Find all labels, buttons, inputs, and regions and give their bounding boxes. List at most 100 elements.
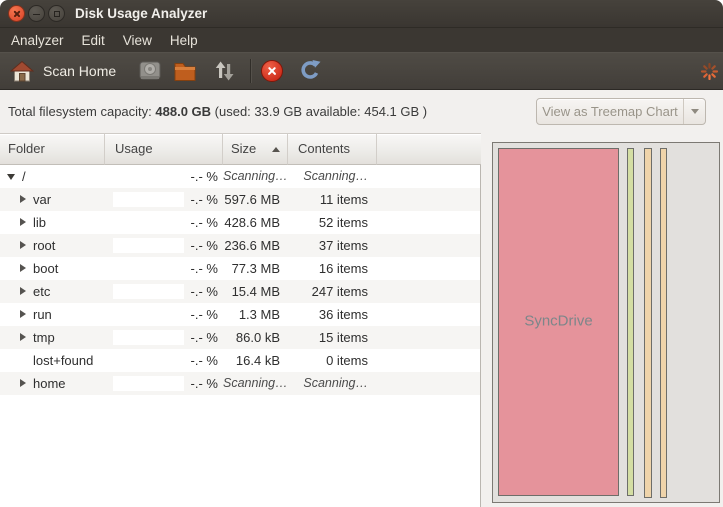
usage-percent: -.- %	[191, 234, 218, 257]
refresh-icon	[298, 59, 322, 83]
column-header-usage[interactable]: Usage	[105, 133, 223, 165]
menu-analyzer[interactable]: Analyzer	[2, 30, 73, 51]
size-value: Scanning…	[223, 372, 288, 395]
folder-name: tmp	[33, 326, 55, 349]
folder-name: home	[33, 372, 66, 395]
table-row-tmp[interactable]: tmp -.- % 86.0 kB 15 items	[0, 326, 480, 349]
size-value: 16.4 kB	[223, 349, 288, 372]
column-label: Contents	[298, 141, 350, 156]
expander-closed-icon[interactable]	[20, 264, 26, 272]
usage-bar	[113, 330, 184, 345]
menubar: Analyzer Edit View Help	[0, 28, 723, 52]
folder-name: /	[22, 165, 26, 188]
table-row-boot[interactable]: boot -.- % 77.3 MB 16 items	[0, 257, 480, 280]
titlebar[interactable]: Disk Usage Analyzer	[0, 0, 723, 28]
treemap-rect-syncdrive[interactable]: SyncDrive	[498, 148, 619, 496]
usage-percent: -.- %	[191, 303, 218, 326]
usage-percent: -.- %	[191, 211, 218, 234]
usage-bar	[113, 284, 184, 299]
table-row-home[interactable]: home -.- % Scanning… Scanning…	[0, 372, 480, 395]
treemap-chart[interactable]: SyncDrive	[492, 142, 720, 503]
size-value: 77.3 MB	[223, 257, 288, 280]
usage-percent: -.- %	[191, 372, 218, 395]
view-as-treemap-button[interactable]: View as Treemap Chart	[536, 98, 706, 125]
treemap-rect-green[interactable]	[627, 148, 634, 496]
table-row-etc[interactable]: etc -.- % 15.4 MB 247 items	[0, 280, 480, 303]
view-as-treemap-label: View as Treemap Chart	[537, 104, 683, 119]
expander-closed-icon[interactable]	[20, 310, 26, 318]
size-value: 428.6 MB	[223, 211, 288, 234]
minimize-icon	[33, 14, 40, 16]
contents-value: 0 items	[288, 349, 377, 372]
usage-bar	[113, 353, 184, 368]
table-row-var[interactable]: var -.- % 597.6 MB 11 items	[0, 188, 480, 211]
expander-open-icon[interactable]	[7, 174, 15, 180]
table-row-root[interactable]: / -.- % Scanning… Scanning…	[0, 165, 480, 188]
scan-filesystem-button[interactable]	[137, 58, 163, 84]
treemap-rect-tan-2[interactable]	[660, 148, 667, 498]
toolbar-separator	[250, 59, 251, 83]
usage-bar	[113, 215, 184, 230]
folder-name: run	[33, 303, 52, 326]
chevron-down-icon	[691, 109, 699, 114]
stop-button[interactable]	[259, 58, 285, 84]
table-row-rootdir[interactable]: root -.- % 236.6 MB 37 items	[0, 234, 480, 257]
expander-closed-icon[interactable]	[20, 195, 26, 203]
column-header-folder[interactable]: Folder	[0, 133, 105, 165]
close-button[interactable]	[8, 5, 25, 22]
folder-name: boot	[33, 257, 58, 280]
expander-closed-icon[interactable]	[20, 379, 26, 387]
column-label: Usage	[115, 141, 153, 156]
expander-closed-icon[interactable]	[20, 218, 26, 226]
column-header-contents[interactable]: Contents	[288, 133, 377, 165]
table-row-lostfound[interactable]: lost+found -.- % 16.4 kB 0 items	[0, 349, 480, 372]
expander-closed-icon[interactable]	[20, 241, 26, 249]
stop-icon	[261, 60, 283, 82]
folder-table: Folder Usage Size Contents / -.- % Scann…	[0, 133, 481, 507]
folder-name: lib	[33, 211, 46, 234]
expander-closed-icon[interactable]	[20, 333, 26, 341]
refresh-button[interactable]	[297, 58, 323, 84]
capacity-text: Total filesystem capacity: 488.0 GB (use…	[8, 104, 427, 119]
usage-percent: -.- %	[191, 326, 218, 349]
column-header-empty[interactable]	[377, 133, 481, 165]
window-controls	[8, 5, 65, 22]
usage-bar	[113, 307, 184, 322]
capacity-prefix: Total filesystem capacity:	[8, 104, 155, 119]
usage-percent: -.- %	[191, 188, 218, 211]
expander-closed-icon[interactable]	[20, 287, 26, 295]
menu-help[interactable]: Help	[161, 30, 207, 51]
treemap-rect-tan-1[interactable]	[644, 148, 652, 498]
size-value: Scanning…	[223, 165, 288, 188]
minimize-button[interactable]	[28, 5, 45, 22]
contents-value: 11 items	[288, 188, 377, 211]
capacity-value: 488.0 GB	[155, 104, 211, 119]
menu-view[interactable]: View	[114, 30, 161, 51]
table-row-lib[interactable]: lib -.- % 428.6 MB 52 items	[0, 211, 480, 234]
usage-percent: -.- %	[191, 349, 218, 372]
up-down-arrows-icon	[214, 60, 235, 82]
usage-bar	[113, 192, 184, 207]
capacity-suffix: (used: 33.9 GB available: 454.1 GB )	[211, 104, 427, 119]
size-value: 236.6 MB	[223, 234, 288, 257]
size-value: 597.6 MB	[223, 188, 288, 211]
column-header-size[interactable]: Size	[223, 133, 288, 165]
contents-value: 247 items	[288, 280, 377, 303]
treemap-label: SyncDrive	[499, 312, 618, 329]
folder-name: var	[33, 188, 51, 211]
dropdown-arrow-area[interactable]	[683, 99, 705, 124]
folder-name: lost+found	[33, 349, 93, 372]
scan-home-label: Scan Home	[43, 63, 116, 79]
usage-bar	[113, 261, 184, 276]
column-label: Folder	[8, 141, 45, 156]
menu-edit[interactable]: Edit	[73, 30, 114, 51]
scan-home-button[interactable]: Scan Home	[0, 55, 126, 87]
scan-folder-button[interactable]	[172, 58, 198, 84]
scan-remote-button[interactable]	[211, 58, 237, 84]
table-row-run[interactable]: run -.- % 1.3 MB 36 items	[0, 303, 480, 326]
contents-value: 16 items	[288, 257, 377, 280]
app-window: Disk Usage Analyzer Analyzer Edit View H…	[0, 0, 723, 507]
folder-icon	[173, 60, 197, 82]
maximize-button[interactable]	[48, 5, 65, 22]
usage-bar	[113, 376, 184, 391]
